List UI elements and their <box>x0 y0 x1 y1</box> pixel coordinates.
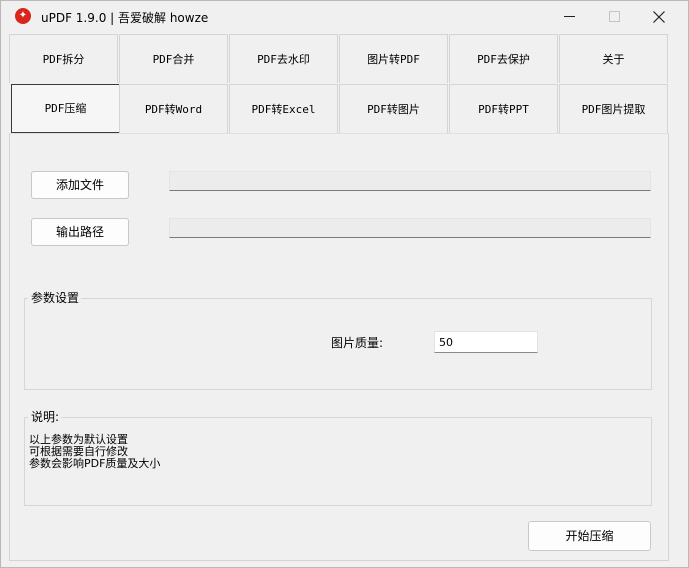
quality-label: 图片质量: <box>331 336 384 350</box>
description-group-label: 说明: <box>28 408 62 425</box>
app-window: ✦ uPDF 1.9.0 | 吾爱破解 howze PDF拆分 PDF合并 PD… <box>0 0 689 568</box>
minimize-icon <box>563 16 575 17</box>
maximize-icon <box>608 11 620 22</box>
tab-pdf-split[interactable]: PDF拆分 <box>9 34 118 83</box>
tab-pdf-unprotect[interactable]: PDF去保护 <box>449 34 558 83</box>
tab-pdf-image-extract[interactable]: PDF图片提取 <box>559 84 668 133</box>
app-icon-glyph: ✦ <box>18 10 28 21</box>
tab-pdf-to-ppt[interactable]: PDF转PPT <box>449 84 558 133</box>
updf-app-icon: ✦ <box>15 8 31 24</box>
tab-pdf-watermark[interactable]: PDF去水印 <box>229 34 338 83</box>
tab-pdf-compress[interactable]: PDF压缩 <box>11 84 120 133</box>
start-compress-button[interactable]: 开始压缩 <box>528 521 651 551</box>
tab-pdf-merge[interactable]: PDF合并 <box>119 34 228 83</box>
window-title: uPDF 1.9.0 | 吾爱破解 howze <box>41 11 209 25</box>
minimize-button[interactable] <box>546 1 592 32</box>
output-path-field[interactable] <box>169 218 651 238</box>
tab-row-2: PDF压缩 PDF转Word PDF转Excel PDF转图片 PDF转PPT … <box>9 84 669 133</box>
tab-row-1: PDF拆分 PDF合并 PDF去水印 图片转PDF PDF去保护 关于 <box>9 34 669 83</box>
maximize-button[interactable] <box>591 1 637 32</box>
tab-pdf-to-word[interactable]: PDF转Word <box>119 84 228 133</box>
title-bar: ✦ uPDF 1.9.0 | 吾爱破解 howze <box>1 1 688 32</box>
add-file-button[interactable]: 添加文件 <box>31 171 129 199</box>
quality-input[interactable] <box>434 331 538 353</box>
description-line-3: 参数会影响PDF质量及大小 <box>29 457 161 470</box>
params-group-label: 参数设置 <box>28 289 82 306</box>
input-file-path-field[interactable] <box>169 171 651 191</box>
close-icon <box>653 10 665 23</box>
tab-pdf-to-excel[interactable]: PDF转Excel <box>229 84 338 133</box>
close-button[interactable] <box>636 1 682 32</box>
output-path-button[interactable]: 输出路径 <box>31 218 129 246</box>
tab-about[interactable]: 关于 <box>559 34 668 83</box>
tab-image-to-pdf[interactable]: 图片转PDF <box>339 34 448 83</box>
tab-pdf-to-image[interactable]: PDF转图片 <box>339 84 448 133</box>
